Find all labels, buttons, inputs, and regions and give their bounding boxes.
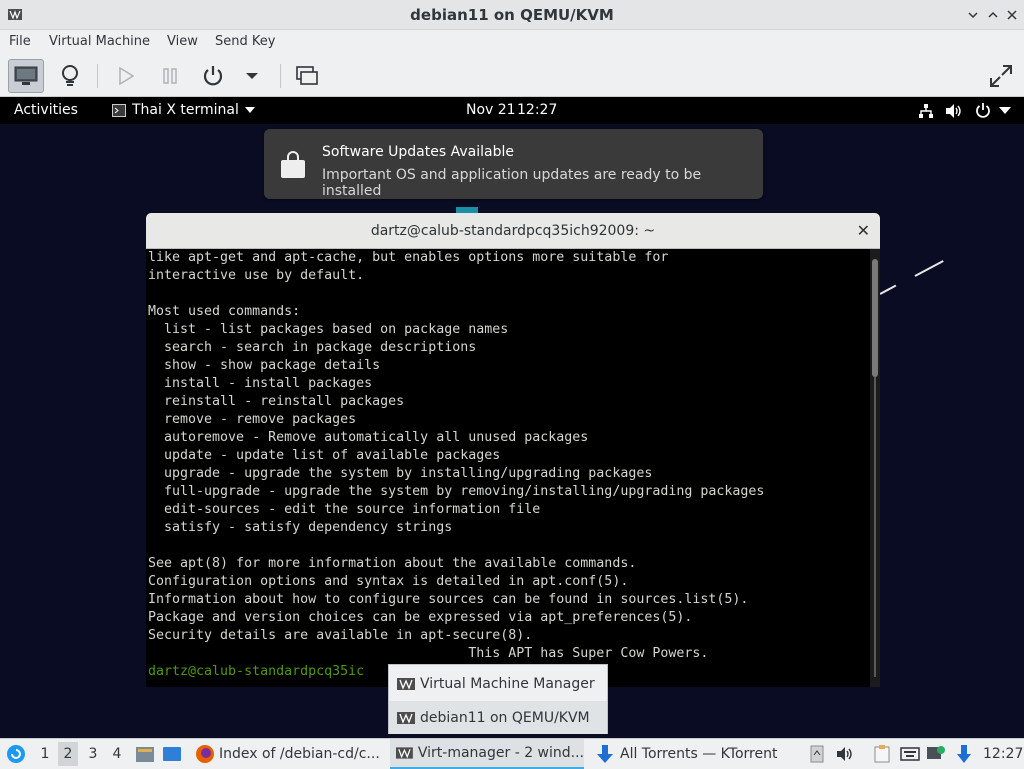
virt-manager-icon	[396, 747, 413, 759]
virt-manager-icon	[397, 677, 415, 690]
app-menu[interactable]: Thai X terminal	[112, 102, 255, 118]
tray-updates[interactable]	[925, 739, 947, 769]
window-titlebar[interactable]: debian11 on QEMU/KVM	[0, 0, 1024, 30]
update-notification[interactable]: Software Updates Available Important OS …	[264, 129, 763, 199]
fullscreen-button[interactable]	[983, 59, 1019, 93]
run-button[interactable]	[108, 59, 144, 93]
notification-title: Software Updates Available	[322, 144, 514, 160]
app-launcher[interactable]	[4, 739, 28, 769]
power-icon[interactable]	[975, 102, 991, 119]
task-label: All Torrents — KTorrent	[620, 746, 778, 762]
terminal-scrollbar[interactable]	[870, 249, 880, 687]
power-icon	[203, 66, 223, 86]
minimize-icon[interactable]	[964, 6, 982, 24]
terminal-text: like apt-get and apt-cache, but enables …	[148, 250, 765, 661]
console-button[interactable]	[8, 59, 44, 93]
ktorrent-icon	[957, 745, 971, 763]
tray-volume[interactable]	[835, 739, 855, 769]
app-menu-label: Thai X terminal	[132, 102, 239, 118]
taskbar: 1 2 3 4 Index of /debian-cd/c... Virt-ma…	[0, 738, 1024, 769]
terminal-title: dartz@calub-standardpcq35ich92009: ~	[370, 223, 656, 239]
window-title: debian11 on QEMU/KVM	[410, 6, 614, 24]
clock-date[interactable]: Nov 21	[466, 102, 516, 118]
volume-icon[interactable]	[945, 103, 963, 119]
show-desktop-button[interactable]	[161, 739, 183, 769]
tray-clipboard[interactable]	[872, 739, 892, 769]
pause-icon	[163, 68, 177, 84]
desktop-2[interactable]: 2	[58, 742, 78, 766]
folder-icon	[136, 747, 154, 762]
screenshot-button[interactable]	[289, 59, 325, 93]
wallpaper-line	[914, 260, 944, 277]
kde-launcher-icon	[7, 745, 25, 763]
activities-button[interactable]: Activities	[14, 102, 78, 118]
gnome-top-bar: Activities Thai X terminal Nov 21 12:27	[0, 97, 1024, 124]
screenshot-icon	[296, 66, 318, 85]
wallpaper-line	[879, 284, 897, 295]
menu-file[interactable]: File	[9, 34, 31, 49]
shutdown-menu-button[interactable]	[234, 59, 270, 93]
maximize-icon[interactable]	[984, 6, 1002, 24]
toolbar-separator	[280, 64, 281, 88]
popup-item-virt-manager[interactable]: Virtual Machine Manager	[389, 667, 607, 700]
lightbulb-icon	[62, 65, 78, 86]
clipboard-icon	[874, 745, 890, 763]
chevron-down-icon[interactable]	[999, 107, 1011, 115]
popup-item-label: debian11 on QEMU/KVM	[420, 709, 590, 726]
pause-button[interactable]	[152, 59, 188, 93]
notification-body: Important OS and application updates are…	[322, 167, 702, 199]
menu-view[interactable]: View	[167, 34, 198, 49]
volume-icon	[837, 747, 852, 761]
desktop-1[interactable]: 1	[35, 742, 55, 766]
tray-ktorrent[interactable]	[954, 739, 974, 769]
toolbar-separator	[97, 64, 98, 88]
tray-expand[interactable]	[808, 739, 826, 769]
desktop-icon	[163, 747, 181, 761]
virt-manager-icon	[397, 711, 415, 724]
taskbar-clock[interactable]: 12:27	[983, 739, 1023, 769]
firefox-icon	[196, 745, 214, 763]
toolbar	[0, 54, 1024, 97]
tray-keyboard[interactable]	[899, 739, 921, 769]
desktop-3[interactable]: 3	[83, 742, 103, 766]
popup-item-label: Virtual Machine Manager	[420, 675, 595, 692]
close-icon[interactable]: ✕	[857, 221, 870, 240]
console-icon	[14, 66, 38, 85]
task-ktorrent[interactable]: All Torrents — KTorrent	[594, 739, 790, 769]
menu-bar: File Virtual Machine View Send Key	[0, 30, 1024, 54]
popup-item-debian11[interactable]: debian11 on QEMU/KVM	[389, 701, 607, 734]
terminal-titlebar[interactable]: dartz@calub-standardpcq35ich92009: ~ ✕	[146, 213, 880, 249]
clock-time[interactable]: 12:27	[517, 102, 557, 118]
details-button[interactable]	[52, 59, 88, 93]
menu-virtual-machine[interactable]: Virtual Machine	[49, 34, 150, 49]
task-virt-manager[interactable]: Virt-manager - 2 wind...	[390, 739, 584, 769]
terminal-icon	[112, 103, 126, 117]
play-icon	[119, 67, 134, 85]
task-label: Index of /debian-cd/c...	[219, 746, 380, 762]
tray-arrow-icon	[810, 745, 824, 763]
terminal-output[interactable]: like apt-get and apt-cache, but enables …	[148, 249, 870, 687]
network-icon[interactable]	[918, 103, 934, 119]
scrollbar-thumb[interactable]	[872, 259, 878, 377]
task-group-popup: Virtual Machine Manager debian11 on QEMU…	[388, 664, 608, 734]
ktorrent-icon	[597, 745, 613, 763]
fullscreen-icon	[990, 65, 1012, 87]
desktop-4[interactable]: 4	[107, 742, 127, 766]
task-firefox[interactable]: Index of /debian-cd/c...	[191, 739, 382, 769]
keyboard-icon	[900, 747, 920, 761]
chevron-down-icon	[244, 107, 255, 113]
close-icon[interactable]	[1003, 6, 1021, 24]
chevron-down-icon	[246, 73, 258, 79]
shutdown-button[interactable]	[195, 59, 231, 93]
task-label: Virt-manager - 2 wind...	[417, 745, 584, 761]
scrollbar-track[interactable]	[874, 377, 876, 677]
menu-send-key[interactable]: Send Key	[215, 34, 275, 49]
terminal-window[interactable]: dartz@calub-standardpcq35ich92009: ~ ✕ l…	[146, 213, 880, 687]
shopping-bag-icon	[281, 151, 305, 178]
vm-display[interactable]: Activities Thai X terminal Nov 21 12:27	[0, 97, 1024, 738]
updates-icon	[927, 746, 945, 759]
files-launcher[interactable]	[134, 739, 156, 769]
